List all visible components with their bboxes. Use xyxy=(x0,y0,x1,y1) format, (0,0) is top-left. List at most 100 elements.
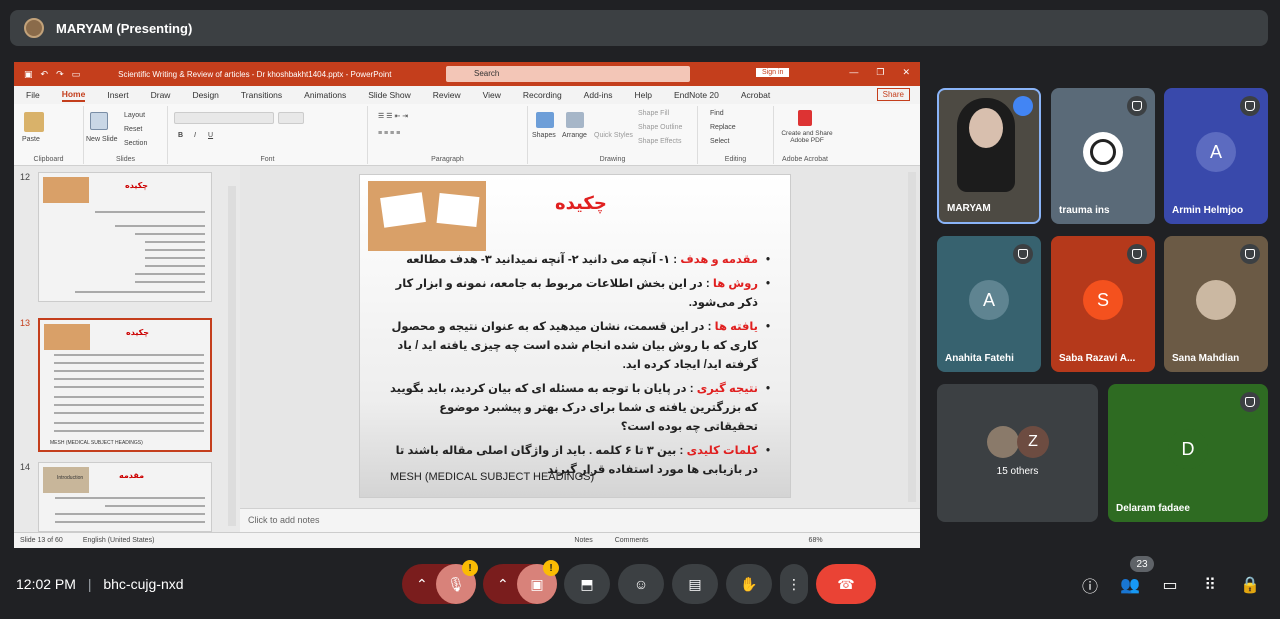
drawing-group: Shapes Arrange Quick Styles Shape Fill S… xyxy=(528,106,698,164)
participant-tile-maryam[interactable]: MARYAM xyxy=(937,88,1041,224)
shapes-label[interactable]: Shapes xyxy=(532,132,556,139)
camera-control[interactable]: ⌃ ▣ ! xyxy=(483,560,559,604)
present-screen-button[interactable]: ⬒ xyxy=(564,564,610,604)
pdf-icon[interactable] xyxy=(798,110,812,126)
participant-tile[interactable]: trauma ins xyxy=(1051,88,1155,224)
signin-button[interactable]: Sign in xyxy=(756,68,790,77)
slide-thumbnail-selected[interactable]: چکیده MESH (MEDICAL SUBJECT HEADINGS) xyxy=(38,318,212,452)
tab-home[interactable]: Home xyxy=(61,89,86,102)
others-tile[interactable]: Z 15 others xyxy=(937,384,1098,522)
tab-review[interactable]: Review xyxy=(433,90,461,100)
ppt-workarea: 12 چکیده 13 چکیده MESH (MEDICAL SUBJECT … xyxy=(14,166,920,532)
slide-thumbnail[interactable]: Introduction مقدمه xyxy=(38,462,212,532)
mic-off-icon xyxy=(1240,96,1260,116)
quick-styles-label[interactable]: Quick Styles xyxy=(594,132,633,139)
people-icon[interactable]: 👥 xyxy=(1119,574,1141,596)
slide-image xyxy=(368,181,486,251)
thumb-text-line xyxy=(54,370,204,372)
save-icon[interactable]: ▣ xyxy=(24,69,33,80)
chevron-up-icon[interactable]: ⌃ xyxy=(416,576,428,593)
close-icon[interactable]: ✕ xyxy=(902,67,910,78)
layout-button[interactable]: Layout xyxy=(124,112,145,119)
arrange-label[interactable]: Arrange xyxy=(562,132,587,139)
tab-recording[interactable]: Recording xyxy=(523,90,562,100)
reactions-button[interactable]: ☺ xyxy=(618,564,664,604)
more-options-button[interactable]: ⋮ xyxy=(780,564,808,604)
shape-outline-button[interactable]: Shape Outline xyxy=(638,124,682,131)
replace-button[interactable]: Replace xyxy=(710,124,736,131)
slide-scrollbar[interactable] xyxy=(908,172,916,502)
shape-fill-button[interactable]: Shape Fill xyxy=(638,110,669,117)
host-controls-icon[interactable]: 🔒 xyxy=(1239,574,1261,596)
thumb-text-line xyxy=(55,521,205,523)
share-button[interactable]: Share xyxy=(876,88,910,101)
tab-draw[interactable]: Draw xyxy=(151,90,171,100)
shapes-icon[interactable] xyxy=(536,112,554,128)
tab-transitions[interactable]: Transitions xyxy=(241,90,282,100)
tab-design[interactable]: Design xyxy=(192,90,218,100)
new-slide-icon[interactable] xyxy=(90,112,108,130)
shape-effects-button[interactable]: Shape Effects xyxy=(638,138,681,145)
thumb-text-line xyxy=(54,396,204,398)
bullets-icon[interactable]: ☰ ☰ ⇤ ⇥ xyxy=(378,112,408,120)
font-size-select[interactable] xyxy=(278,112,304,124)
captions-button[interactable]: ▤ xyxy=(672,564,718,604)
comments-button[interactable]: Comments xyxy=(615,537,649,544)
slide-thumbnail[interactable]: چکیده xyxy=(38,172,212,302)
meeting-controls: 12:02 PM | bhc-cujg-nxd ⌃ 🎙 ! ⌃ ▣ ! ⬒ ☺ … xyxy=(0,556,1280,619)
chevron-up-icon[interactable]: ⌃ xyxy=(497,576,509,593)
quick-access-toolbar: ▣ ↶ ↷ ▭ xyxy=(24,69,80,80)
new-slide-label[interactable]: New Slide xyxy=(86,136,118,143)
tab-addins[interactable]: Add-ins xyxy=(584,90,613,100)
undo-icon[interactable]: ↶ xyxy=(41,69,49,80)
language-status[interactable]: English (United States) xyxy=(83,537,155,544)
paper-shape xyxy=(436,192,480,228)
italic-icon[interactable]: I xyxy=(194,132,196,139)
tab-endnote[interactable]: EndNote 20 xyxy=(674,90,719,100)
info-icon[interactable]: ⓘ xyxy=(1079,574,1101,596)
end-call-icon: ☎ xyxy=(837,575,855,592)
current-slide[interactable]: چکیده مقدمه و هدف : ۱- آنچه می دانید ۲- … xyxy=(359,174,791,498)
mic-control[interactable]: ⌃ 🎙 ! xyxy=(402,560,478,604)
create-pdf-button[interactable]: Create and Share Adobe PDF xyxy=(776,130,838,144)
tab-file[interactable]: File xyxy=(26,90,40,100)
minimize-icon[interactable]: — xyxy=(849,67,858,78)
slide-thumbnails[interactable]: 12 چکیده 13 چکیده MESH (MEDICAL SUBJECT … xyxy=(14,166,240,532)
align-icons[interactable]: ≡ ≡ ≡ ≡ xyxy=(378,130,400,137)
participant-tile[interactable]: D Delaram fadaee xyxy=(1108,384,1268,522)
find-button[interactable]: Find xyxy=(710,110,724,117)
thumb-image xyxy=(44,324,90,350)
activities-icon[interactable]: ⠿ xyxy=(1199,574,1221,596)
underline-icon[interactable]: U xyxy=(208,132,213,139)
arrange-icon[interactable] xyxy=(566,112,584,128)
present-icon[interactable]: ▭ xyxy=(72,69,81,80)
zoom-level[interactable]: 68% xyxy=(809,537,823,544)
thumb-title: چکیده xyxy=(126,328,150,337)
notes-button[interactable]: Notes xyxy=(574,537,592,544)
reset-button[interactable]: Reset xyxy=(124,126,142,133)
notes-field[interactable]: Click to add notes xyxy=(240,508,920,532)
participant-tile[interactable]: S Saba Razavi A... xyxy=(1051,236,1155,372)
font-family-select[interactable] xyxy=(174,112,274,124)
tab-acrobat[interactable]: Acrobat xyxy=(741,90,770,100)
thumb-text-line xyxy=(54,422,204,424)
participant-tile[interactable]: A Armin Helmjoo xyxy=(1164,88,1268,224)
tab-insert[interactable]: Insert xyxy=(107,90,128,100)
participant-tile[interactable]: A Anahita Fatehi xyxy=(937,236,1041,372)
redo-icon[interactable]: ↷ xyxy=(56,69,64,80)
tab-help[interactable]: Help xyxy=(635,90,652,100)
participant-tile[interactable]: Sana Mahdian xyxy=(1164,236,1268,372)
chat-icon[interactable]: ▭ xyxy=(1159,574,1181,596)
paste-icon[interactable] xyxy=(24,112,44,132)
tab-view[interactable]: View xyxy=(483,90,501,100)
select-button[interactable]: Select xyxy=(710,138,729,145)
restore-icon[interactable]: ❐ xyxy=(876,67,884,78)
tab-slideshow[interactable]: Slide Show xyxy=(368,90,411,100)
leave-call-button[interactable]: ☎ xyxy=(816,564,876,604)
raise-hand-button[interactable]: ✋ xyxy=(726,564,772,604)
bold-icon[interactable]: B xyxy=(178,132,183,139)
search-input[interactable]: Search xyxy=(446,66,690,82)
tab-animations[interactable]: Animations xyxy=(304,90,346,100)
thumb-scrollbar[interactable] xyxy=(228,186,236,526)
section-button[interactable]: Section xyxy=(124,140,147,147)
